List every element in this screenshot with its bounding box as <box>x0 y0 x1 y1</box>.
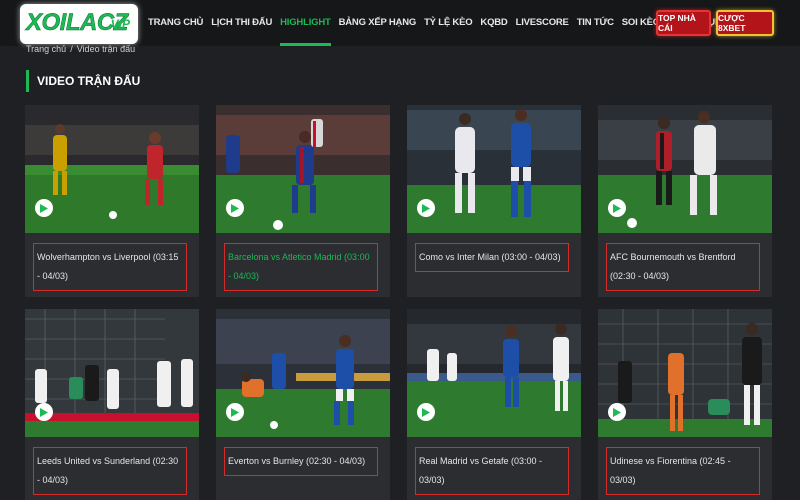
video-thumbnail[interactable] <box>598 309 772 437</box>
video-title[interactable]: Real Madrid vs Getafe (03:00 - 03/03) <box>415 447 569 495</box>
video-thumbnail[interactable] <box>598 105 772 233</box>
play-icon[interactable] <box>226 199 244 217</box>
breadcrumb: Trang chủ / Video trận đấu <box>26 44 135 54</box>
nav-livescore[interactable]: LIVESCORE <box>516 0 569 46</box>
video-card[interactable]: Real Madrid vs Getafe (03:00 - 03/03) <box>407 309 581 500</box>
video-grid: Wolverhampton vs Liverpool (03:15 - 04/0… <box>25 105 775 500</box>
nav-soi-keo[interactable]: SOI KÈO <box>622 0 660 46</box>
main-nav: TRANG CHỦ LỊCH THI ĐẤU HIGHLIGHT BẢNG XẾ… <box>148 0 737 46</box>
video-card[interactable]: AFC Bournemouth vs Brentford (02:30 - 04… <box>598 105 772 297</box>
video-thumbnail[interactable] <box>407 105 581 233</box>
video-thumbnail[interactable] <box>407 309 581 437</box>
top-nha-cai-button[interactable]: TOP NHÀ CÁI <box>656 10 711 36</box>
nav-kqbd[interactable]: KQBD <box>480 0 507 46</box>
header: XOILACZ .VIP TRANG CHỦ LỊCH THI ĐẤU HIGH… <box>0 0 800 46</box>
cuoc-8xbet-button[interactable]: CƯỢC 8XBET <box>716 10 774 36</box>
video-thumbnail[interactable] <box>216 105 390 233</box>
video-thumbnail[interactable] <box>25 105 199 233</box>
breadcrumb-home[interactable]: Trang chủ <box>26 44 66 54</box>
nav-lich-thi-dau[interactable]: LỊCH THI ĐẤU <box>211 0 272 46</box>
nav-bang-xep-hang[interactable]: BẢNG XẾP HẠNG <box>339 0 417 46</box>
video-thumbnail[interactable] <box>216 309 390 437</box>
video-title[interactable]: AFC Bournemouth vs Brentford (02:30 - 04… <box>606 243 760 291</box>
logo-suffix: .VIP <box>107 17 130 31</box>
play-icon[interactable] <box>608 403 626 421</box>
site-logo[interactable]: XOILACZ .VIP <box>20 4 138 44</box>
breadcrumb-current: Video trận đấu <box>76 44 136 54</box>
play-icon[interactable] <box>417 199 435 217</box>
play-icon[interactable] <box>417 403 435 421</box>
video-card[interactable]: Udinese vs Fiorentina (02:45 - 03/03) <box>598 309 772 500</box>
nav-highlight[interactable]: HIGHLIGHT <box>280 0 332 46</box>
play-icon[interactable] <box>35 199 53 217</box>
nav-tin-tuc[interactable]: TIN TỨC <box>577 0 614 46</box>
breadcrumb-separator: / <box>70 44 73 54</box>
video-card[interactable]: Como vs Inter Milan (03:00 - 04/03) <box>407 105 581 297</box>
video-card[interactable]: Barcelona vs Atletico Madrid (03:00 - 04… <box>216 105 390 297</box>
play-icon[interactable] <box>35 403 53 421</box>
nav-trang-chu[interactable]: TRANG CHỦ <box>148 0 203 46</box>
video-title[interactable]: Como vs Inter Milan (03:00 - 04/03) <box>415 243 569 272</box>
video-title[interactable]: Udinese vs Fiorentina (02:45 - 03/03) <box>606 447 760 495</box>
video-card[interactable]: Everton vs Burnley (02:30 - 04/03) <box>216 309 390 500</box>
video-title[interactable]: Wolverhampton vs Liverpool (03:15 - 04/0… <box>33 243 187 291</box>
video-thumbnail[interactable] <box>25 309 199 437</box>
video-card[interactable]: Leeds United vs Sunderland (02:30 - 04/0… <box>25 309 199 500</box>
play-icon[interactable] <box>226 403 244 421</box>
play-icon[interactable] <box>608 199 626 217</box>
video-card[interactable]: Wolverhampton vs Liverpool (03:15 - 04/0… <box>25 105 199 297</box>
nav-ty-le-keo[interactable]: TỶ LỆ KÈO <box>424 0 473 46</box>
video-title[interactable]: Everton vs Burnley (02:30 - 04/03) <box>224 447 378 476</box>
section-title: VIDEO TRẬN ĐẤU <box>26 70 140 92</box>
video-title[interactable]: Leeds United vs Sunderland (02:30 - 04/0… <box>33 447 187 495</box>
video-title[interactable]: Barcelona vs Atletico Madrid (03:00 - 04… <box>224 243 378 291</box>
